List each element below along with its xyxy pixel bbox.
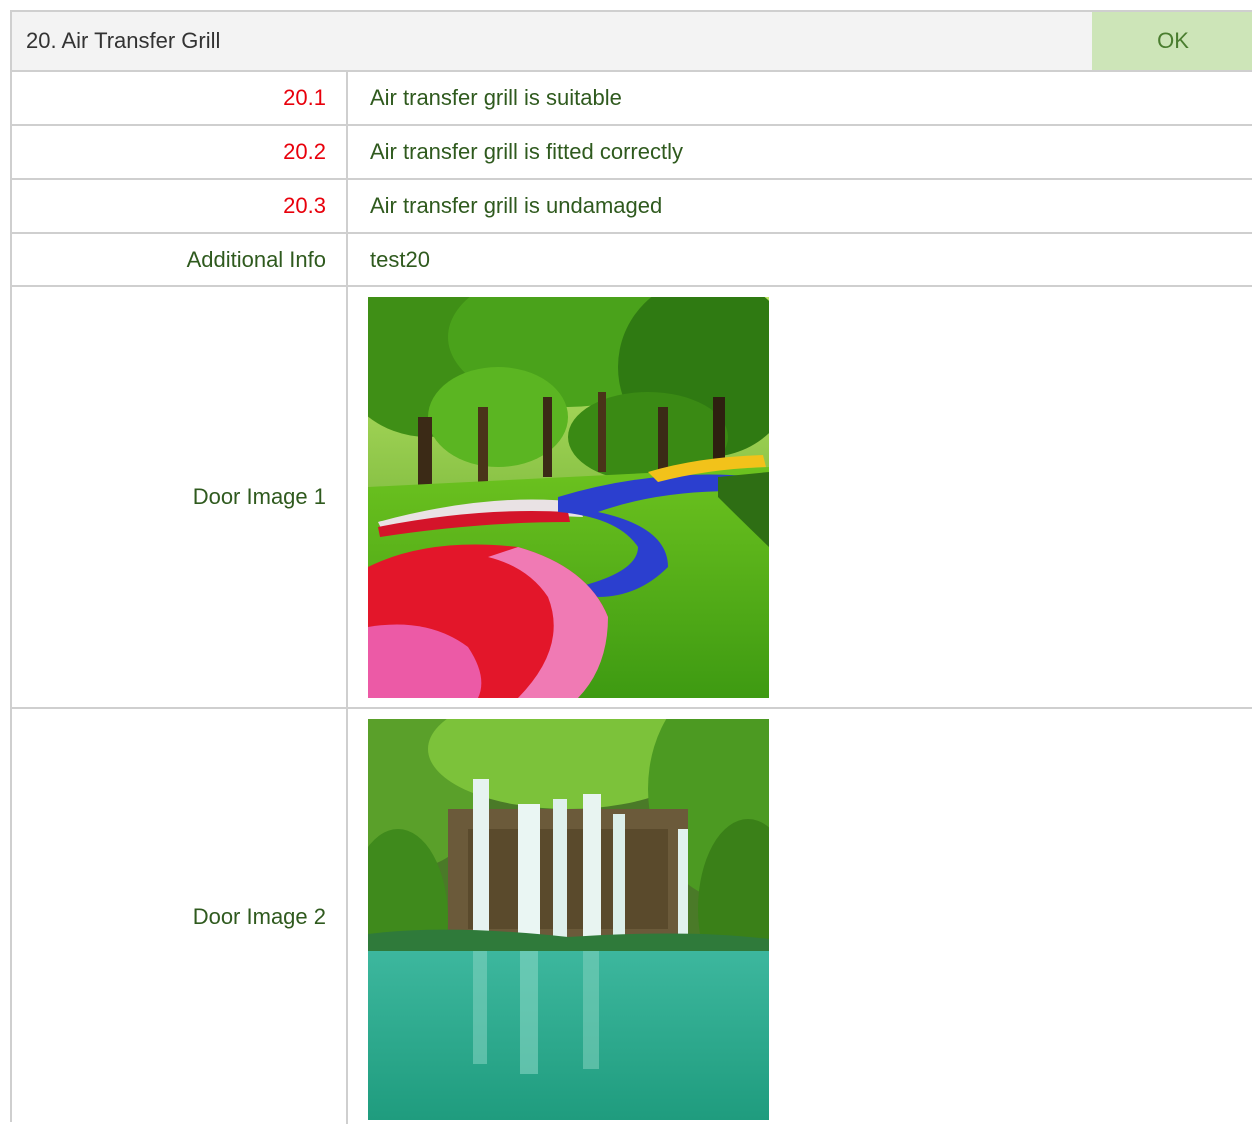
waterfall-lagoon-image (368, 719, 769, 1120)
waterfall-lagoon-photo[interactable] (368, 719, 769, 1120)
check-text: Air transfer grill is suitable (370, 85, 622, 110)
inspection-section: 20. Air Transfer Grill OK 20.1 Air trans… (10, 10, 1252, 1124)
check-number: 20.1 (12, 72, 348, 124)
additional-info-value: test20 (370, 246, 430, 272)
door-image-label: Door Image 2 (12, 709, 348, 1124)
image-row: Door Image 2 (12, 709, 1252, 1124)
check-row: 20.3 Air transfer grill is undamaged (12, 180, 1252, 234)
status-badge: OK (1092, 12, 1252, 70)
check-number: 20.2 (12, 126, 348, 178)
check-text: Air transfer grill is fitted correctly (370, 139, 683, 164)
section-header: 20. Air Transfer Grill OK (12, 12, 1252, 72)
check-number: 20.3 (12, 180, 348, 232)
image-row: Door Image 1 (12, 287, 1252, 709)
section-title: 20. Air Transfer Grill (26, 28, 221, 53)
check-row: 20.2 Air transfer grill is fitted correc… (12, 126, 1252, 180)
additional-info-label: Additional Info (12, 234, 348, 285)
additional-info-row: Additional Info test20 (12, 234, 1252, 287)
flower-garden-photo[interactable] (368, 297, 769, 698)
check-row: 20.1 Air transfer grill is suitable (12, 72, 1252, 126)
check-text: Air transfer grill is undamaged (370, 193, 663, 218)
flower-garden-image (368, 297, 769, 698)
door-image-label: Door Image 1 (12, 287, 348, 707)
